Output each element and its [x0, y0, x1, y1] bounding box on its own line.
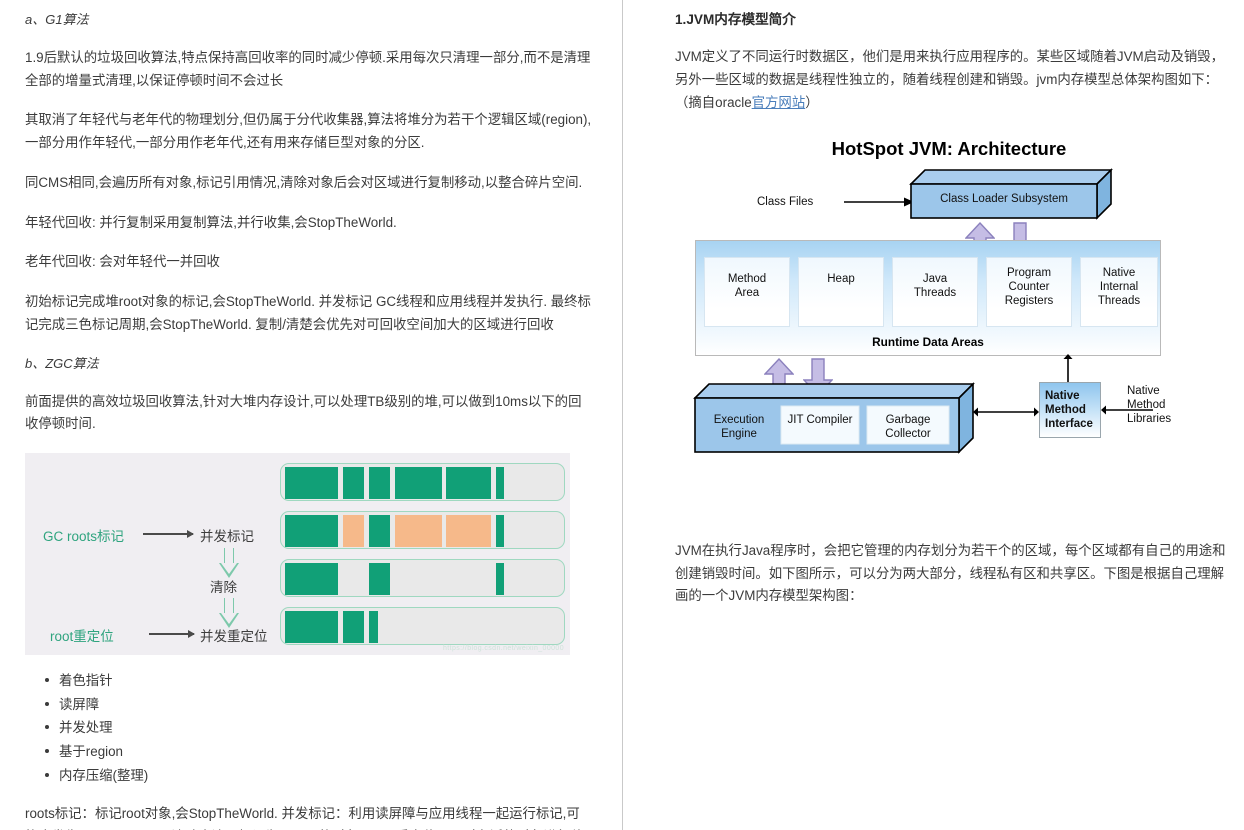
jvm-memory-model-section-heading: 1.JVM内存模型简介 — [675, 12, 796, 27]
zgc-heap-row-initial — [280, 463, 565, 502]
zgc-label-concurrent-relocate: 并发重定位 — [200, 629, 268, 645]
zgc-feature-list: 着色指针 读屏障 并发处理 基于region 内存压缩(整理) — [25, 669, 592, 787]
zgc-memory-block — [285, 515, 338, 548]
native-method-libraries-label: Native Method Libraries — [1127, 384, 1172, 426]
zgc-phases-figure: GC roots标记 并发标记 清除 root重定位 并发重定位 https:/… — [25, 453, 570, 656]
zgc-label-root-relocate: root重定位 — [50, 629, 114, 645]
document-page: a、G1算法 1.9后默认的垃圾回收算法,特点保持高回收率的同时减少停顿.采用每… — [0, 0, 1244, 830]
zgc-memory-block — [343, 467, 364, 500]
zgc-memory-block — [446, 467, 491, 500]
zgc-memory-block — [369, 467, 390, 500]
zgc-memory-block — [285, 611, 338, 644]
zgc-algorithm-heading: b、ZGC算法 — [25, 355, 99, 371]
zgc-memory-block — [369, 611, 378, 644]
zgc-watermark: https://blog.csdn.net/weixin_00000 — [442, 645, 564, 653]
list-item: 基于region — [45, 740, 592, 764]
execution-engine-box: Execution Engine JIT Compiler Garbage Co… — [693, 381, 975, 454]
g1-paragraph-2: 其取消了年轻代与老年代的物理划分,但仍属于分代收集器,算法将堆分为若干个逻辑区域… — [25, 112, 592, 151]
native-method-interface-box: Native Method Interface — [1039, 381, 1101, 438]
garbage-collector-label: Garbage Collector — [885, 413, 931, 440]
zgc-memory-block — [343, 611, 364, 644]
oracle-official-site-link[interactable]: 官方网站 — [752, 95, 806, 110]
native-method-interface-label: Native Method Interface — [1045, 389, 1093, 431]
zgc-memory-block — [496, 467, 504, 500]
runtime-cell-method-area: Method Area — [704, 256, 790, 327]
zgc-memory-block — [395, 467, 442, 500]
g1-paragraph-4: 年轻代回收: 并行复制采用复制算法,并行收集,会StopTheWorld. — [25, 214, 397, 230]
zgc-label-gc-roots-mark: GC roots标记 — [43, 529, 125, 545]
zgc-arrow-relocate-to-concurrent — [149, 630, 195, 638]
zgc-down-arrow-1 — [219, 548, 239, 579]
zgc-down-arrow-2 — [219, 598, 239, 629]
zgc-memory-block — [285, 563, 338, 596]
class-files-label: Class Files — [757, 195, 814, 208]
g1-paragraph-1: 1.9后默认的垃圾回收算法,特点保持高回收率的同时减少停顿.采用每次只清理一部分… — [25, 49, 591, 88]
zgc-memory-block — [446, 515, 491, 548]
list-item: 着色指针 — [45, 669, 592, 693]
runtime-cell-java-threads: Java Threads — [892, 256, 978, 327]
zgc-arrow-roots-to-concurrent — [143, 530, 194, 538]
runtime-cell-program-counter-registers: Program Counter Registers — [986, 256, 1072, 327]
list-item: 读屏障 — [45, 693, 592, 717]
zgc-memory-block — [369, 515, 390, 548]
zgc-memory-block — [496, 563, 504, 596]
zgc-intro-paragraph: 前面提供的高效垃圾回收算法,针对大堆内存设计,可以处理TB级别的堆,可以做到10… — [25, 393, 582, 432]
g1-paragraph-5: 老年代回收: 会对年轻代一并回收 — [25, 254, 220, 270]
g1-paragraph-3: 同CMS相同,会遍历所有对象,标记引用情况,清除对象后会对区域进行复制移动,以整… — [25, 174, 583, 190]
right-column: 1.JVM内存模型简介 JVM定义了不同运行时数据区，他们是用来执行应用程序的。… — [623, 0, 1244, 830]
left-column: a、G1算法 1.9后默认的垃圾回收算法,特点保持高回收率的同时减少停顿.采用每… — [0, 0, 622, 830]
jvm-intro-paragraph: JVM定义了不同运行时数据区，他们是用来执行应用程序的。某些区域随着JVM启动及… — [675, 46, 1226, 114]
hotspot-jvm-architecture-figure: HotSpot JVM: Architecture Class Files Cl… — [679, 131, 1219, 512]
jvm-intro-text-part2: ） — [805, 94, 819, 110]
list-item: 内存压缩(整理) — [45, 764, 592, 788]
list-item: 并发处理 — [45, 716, 592, 740]
zgc-memory-block — [343, 515, 364, 548]
runtime-cell-heap: Heap — [798, 256, 884, 327]
zgc-memory-block — [496, 515, 504, 548]
program-counter-registers-label: Program Counter Registers — [1004, 266, 1054, 308]
g1-algorithm-heading: a、G1算法 — [25, 12, 89, 27]
jit-compiler-label: JIT Compiler — [787, 413, 853, 426]
java-threads-label: Java Threads — [913, 272, 957, 299]
zgc-memory-block — [395, 515, 442, 548]
zgc-memory-block — [369, 563, 390, 596]
heap-label: Heap — [827, 272, 855, 285]
zgc-memory-block — [285, 467, 338, 500]
zgc-label-clear: 清除 — [210, 580, 237, 596]
class-files-arrow — [844, 197, 914, 207]
g1-paragraph-6: 初始标记完成堆root对象的标记,会StopTheWorld. 并发标记 GC线… — [25, 294, 591, 333]
native-internal-threads-label: Native Internal Threads — [1097, 266, 1141, 308]
zgc-label-concurrent-mark: 并发标记 — [200, 529, 254, 545]
jvm-figure-title: HotSpot JVM: Architecture — [831, 137, 1067, 159]
zgc-summary-paragraph: roots标记：标记root对象,会StopTheWorld. 并发标记：利用读… — [25, 806, 584, 830]
method-area-label: Method Area — [727, 272, 767, 299]
jvm-closing-paragraph: JVM在执行Java程序时，会把它管理的内存划分为若干个的区域，每个区域都有自己… — [675, 542, 1226, 604]
runtime-data-areas-caption: Runtime Data Areas — [872, 334, 984, 349]
runtime-data-areas-box: Method Area Heap Java Threads Program Co… — [695, 239, 1161, 356]
runtime-cell-native-internal-threads: Native Internal Threads — [1080, 256, 1158, 327]
exec-to-nmi-arrow — [973, 407, 1039, 417]
zgc-heap-row-concurrent-mark — [280, 511, 565, 550]
execution-engine-label: Execution Engine — [713, 413, 765, 440]
zgc-heap-row-clear — [280, 559, 565, 598]
zgc-heap-row-relocate — [280, 607, 565, 646]
class-loader-subsystem-box: Class Loader Subsystem — [909, 167, 1113, 220]
class-loader-subsystem-label: Class Loader Subsystem — [940, 192, 1068, 205]
